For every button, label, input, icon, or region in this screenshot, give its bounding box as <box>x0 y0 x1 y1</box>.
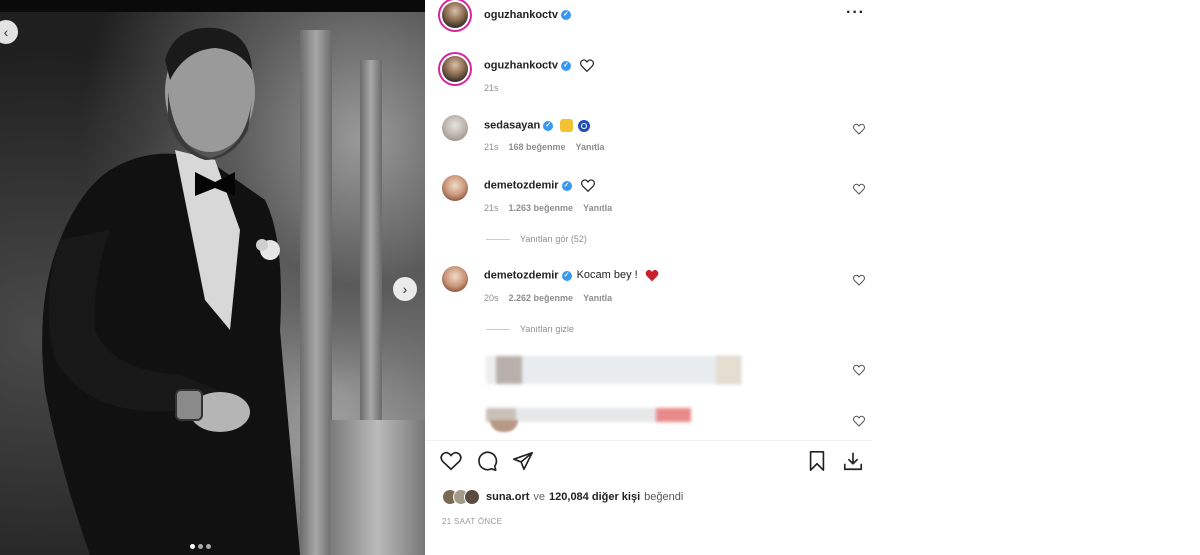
comment-like-icon[interactable] <box>853 123 865 135</box>
photo-top-bar <box>0 0 425 12</box>
comment-text: Kocam bey ! <box>576 269 638 282</box>
comment-like-icon[interactable] <box>853 364 865 376</box>
reply-button[interactable]: Yanıtla <box>576 142 605 152</box>
post-photo: ‹ › <box>0 0 425 555</box>
comment-meta: 20s 2.262 beğenme Yanıtla <box>484 293 612 303</box>
view-replies-button[interactable]: Yanıtları gör (52) <box>486 234 587 244</box>
heart-emoji-icon <box>580 179 595 193</box>
comment-avatar[interactable] <box>442 175 468 201</box>
comment-time: 20s <box>484 293 499 303</box>
header-username[interactable]: oguzhankoctv ✓ <box>484 9 571 21</box>
likes-count[interactable]: 120,084 diğer kişi <box>549 491 640 503</box>
carousel-dot <box>198 544 203 549</box>
comment-like-icon[interactable] <box>853 274 865 286</box>
verified-icon: ✓ <box>543 120 554 131</box>
reply-button[interactable]: Yanıtla <box>583 203 612 213</box>
comment-likes[interactable]: 1.263 beğenme <box>509 203 574 213</box>
download-icon[interactable] <box>842 450 864 472</box>
red-heart-emoji-icon <box>645 269 659 282</box>
next-image-button[interactable]: › <box>393 277 417 301</box>
blurred-comment-part <box>716 356 741 384</box>
likes-connector: ve <box>533 491 546 503</box>
more-horizontal-icon[interactable]: ··· <box>846 4 865 22</box>
nazar-emoji-icon <box>578 119 591 132</box>
caption-author-avatar[interactable] <box>442 56 468 82</box>
comment-time: 21s <box>484 203 499 213</box>
reply-button[interactable]: Yanıtla <box>583 293 612 303</box>
author-avatar[interactable] <box>442 2 468 28</box>
comment-avatar[interactable] <box>442 266 468 292</box>
comment-username[interactable]: demetozdemir ✓ Kocam bey ! <box>484 269 659 282</box>
hide-replies-button[interactable]: Yanıtları gizle <box>486 324 574 334</box>
bookmark-icon[interactable] <box>806 450 828 472</box>
thumbs-up-emoji-icon <box>560 119 574 132</box>
likes-suffix: beğendi <box>644 491 684 503</box>
comment-username[interactable]: demetozdemir ✓ <box>484 179 595 193</box>
comment-meta: 21s 168 beğenme Yanıtla <box>484 142 605 152</box>
liker-avatar <box>464 489 480 505</box>
blurred-comment <box>486 356 741 384</box>
likes-summary[interactable]: suna.ort ve 120,084 diğer kişi beğendi <box>442 489 683 505</box>
man-in-tuxedo <box>42 27 300 555</box>
like-icon[interactable] <box>440 450 462 472</box>
blurred-avatar <box>490 420 518 432</box>
comment-like-icon[interactable] <box>853 415 865 427</box>
comment-time: 21s <box>484 142 499 152</box>
verified-icon: ✓ <box>561 270 572 281</box>
carousel-indicator <box>190 544 211 549</box>
comment-icon[interactable] <box>476 450 498 472</box>
carousel-dot <box>206 544 211 549</box>
carousel-dot <box>190 544 195 549</box>
divider <box>426 440 872 441</box>
post-timestamp: 21 SAAT ÖNCE <box>442 517 503 526</box>
verified-icon: ✓ <box>560 60 571 71</box>
share-icon[interactable] <box>512 450 534 472</box>
comment-like-icon[interactable] <box>853 183 865 195</box>
caption-username[interactable]: oguzhankoctv ✓ <box>484 59 595 73</box>
heart-emoji-icon <box>580 59 595 73</box>
comment-likes[interactable]: 168 beğenme <box>509 142 566 152</box>
comment-avatar[interactable] <box>442 115 468 141</box>
liker-username[interactable]: suna.ort <box>486 491 529 503</box>
post-panel: oguzhankoctv ✓ ··· oguzhankoctv ✓ 21s seda… <box>426 0 872 555</box>
caption-time: 21s <box>484 83 499 93</box>
verified-icon: ✓ <box>560 10 571 21</box>
comment-likes[interactable]: 2.262 beğenme <box>509 293 574 303</box>
comment-meta: 21s 1.263 beğenme Yanıtla <box>484 203 612 213</box>
comment-username[interactable]: sedasayan ✓ <box>484 119 591 132</box>
verified-icon: ✓ <box>561 180 572 191</box>
